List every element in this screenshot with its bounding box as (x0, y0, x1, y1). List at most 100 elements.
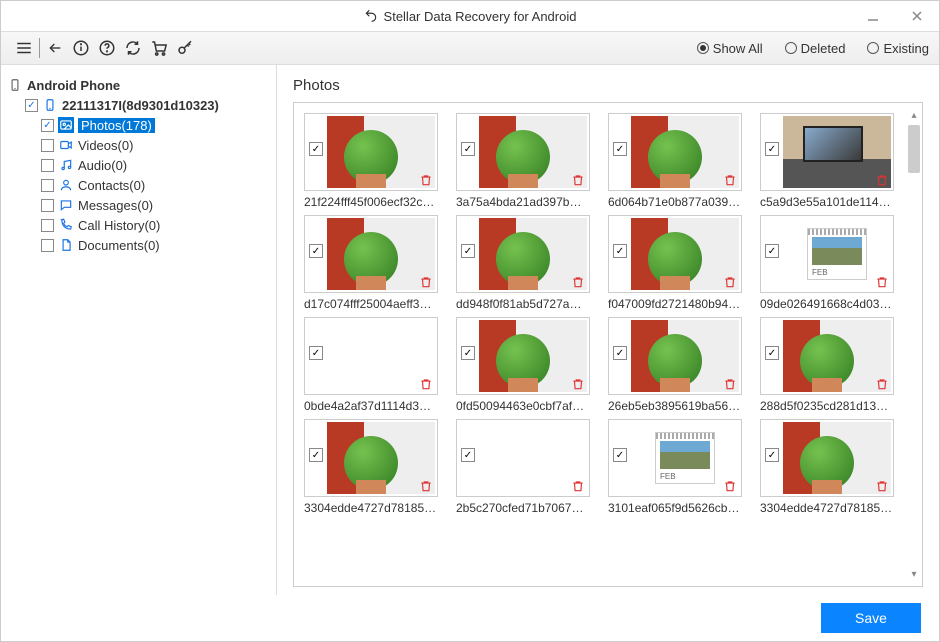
tree-device[interactable]: ✓ 22111317I(8d9301d10323) (7, 95, 270, 115)
back-icon[interactable] (42, 35, 68, 61)
photo-cell[interactable]: ✓dd948f0f81ab5d727a… (456, 215, 602, 311)
sidebar-item-callhist[interactable]: Call History(0) (7, 215, 270, 235)
photo-cell[interactable]: ✓288d5f0235cd281d13… (760, 317, 906, 413)
photo-cell[interactable]: ✓3a75a4bda21ad397b… (456, 113, 602, 209)
sidebar-item-docs[interactable]: Documents(0) (7, 235, 270, 255)
photo-select-checkbox[interactable]: ✓ (765, 244, 779, 258)
photo-select-checkbox[interactable]: ✓ (613, 142, 627, 156)
photo-thumbnail[interactable]: ✓ (304, 215, 438, 293)
photo-cell[interactable]: ✓2b5c270cfed71b7067… (456, 419, 602, 515)
photo-cell[interactable]: ✓c5a9d3e55a101de114… (760, 113, 906, 209)
photo-cell[interactable]: ✓ 3304edde4727d78185… (304, 419, 450, 515)
photo-thumbnail[interactable]: ✓ (304, 113, 438, 191)
filter-deleted[interactable]: Deleted (785, 41, 846, 56)
tree-root[interactable]: Android Phone (7, 75, 270, 95)
photo-thumbnail[interactable]: ✓ (456, 317, 590, 395)
sidebar-item-contacts[interactable]: Contacts(0) (7, 175, 270, 195)
photo-select-checkbox[interactable]: ✓ (765, 142, 779, 156)
photo-thumbnail[interactable]: ✓ (456, 215, 590, 293)
trash-icon (723, 479, 737, 493)
photo-select-checkbox[interactable]: ✓ (461, 142, 475, 156)
key-icon[interactable] (172, 35, 198, 61)
checkbox-icon[interactable] (41, 239, 54, 252)
photo-cell[interactable]: ✓ 3304edde4727d78185… (760, 419, 906, 515)
trash-icon (419, 479, 433, 493)
photo-thumbnail[interactable]: FEB✓ (608, 419, 742, 497)
photo-select-checkbox[interactable]: ✓ (461, 448, 475, 462)
photo-select-checkbox[interactable]: ✓ (309, 142, 323, 156)
photo-cell[interactable]: ✓26eb5eb3895619ba56… (608, 317, 754, 413)
checkbox-icon[interactable] (41, 199, 54, 212)
photo-select-checkbox[interactable]: ✓ (613, 346, 627, 360)
photo-cell[interactable]: ✓0bde4a2af37d1114d3… (304, 317, 450, 413)
help-icon[interactable] (94, 35, 120, 61)
photo-select-checkbox[interactable]: ✓ (309, 448, 323, 462)
sidebar-item-label: Contacts(0) (78, 178, 145, 193)
photo-select-checkbox[interactable]: ✓ (765, 346, 779, 360)
sidebar-item-videos[interactable]: Videos(0) (7, 135, 270, 155)
checkbox-icon[interactable]: ✓ (25, 99, 38, 112)
photo-thumbnail[interactable]: ✓ (304, 317, 438, 395)
photo-cell[interactable]: ✓21f224fff45f006ecf32c… (304, 113, 450, 209)
footer: Save (1, 595, 939, 641)
photo-cell[interactable]: ✓d17c074fff25004aeff3… (304, 215, 450, 311)
window-title: Stellar Data Recovery for Android (384, 9, 577, 24)
filter-radio-group: Show All Deleted Existing (697, 41, 929, 56)
photo-filename: 3304edde4727d78185… (304, 501, 444, 515)
photo-thumbnail[interactable]: ✓ (456, 113, 590, 191)
info-icon[interactable] (68, 35, 94, 61)
cart-icon[interactable] (146, 35, 172, 61)
photos-icon (58, 117, 74, 133)
trash-icon (571, 377, 585, 391)
refresh-icon[interactable] (120, 35, 146, 61)
window-minimize-button[interactable] (851, 1, 895, 31)
photo-select-checkbox[interactable]: ✓ (765, 448, 779, 462)
checkbox-icon[interactable] (41, 179, 54, 192)
sidebar-item-messages[interactable]: Messages(0) (7, 195, 270, 215)
photo-thumbnail[interactable]: ✓ (608, 317, 742, 395)
photo-thumbnail[interactable]: ✓ (456, 419, 590, 497)
checkbox-icon[interactable] (41, 219, 54, 232)
sidebar-item-label: Photos(178) (78, 118, 155, 133)
checkbox-icon[interactable] (41, 159, 54, 172)
photo-cell[interactable]: FEB✓09de026491668c4d03… (760, 215, 906, 311)
scroll-up-icon[interactable]: ▴ (908, 109, 920, 121)
photo-cell[interactable]: ✓0fd50094463e0cbf7af… (456, 317, 602, 413)
save-button[interactable]: Save (821, 603, 921, 633)
trash-icon (875, 275, 889, 289)
photo-select-checkbox[interactable]: ✓ (461, 346, 475, 360)
tree-root-label: Android Phone (27, 78, 120, 93)
sidebar-item-photos[interactable]: ✓ Photos(178) (7, 115, 270, 135)
photo-cell[interactable]: FEB✓3101eaf065f9d5626cb… (608, 419, 754, 515)
photo-thumbnail[interactable]: ✓ (760, 419, 894, 497)
photo-select-checkbox[interactable]: ✓ (461, 244, 475, 258)
photo-thumbnail[interactable]: FEB✓ (760, 215, 894, 293)
audio-icon (58, 157, 74, 173)
scroll-down-icon[interactable]: ▾ (908, 568, 920, 580)
window-close-button[interactable] (895, 1, 939, 31)
filter-existing[interactable]: Existing (867, 41, 929, 56)
photo-cell[interactable]: ✓6d064b71e0b877a039… (608, 113, 754, 209)
photo-cell[interactable]: ✓f047009fd2721480b94… (608, 215, 754, 311)
checkbox-icon[interactable] (41, 139, 54, 152)
photo-thumbnail[interactable]: ✓ (608, 215, 742, 293)
filter-show-all-label: Show All (713, 41, 763, 56)
scroll-thumb[interactable] (908, 125, 920, 173)
photo-filename: 3304edde4727d78185… (760, 501, 900, 515)
photo-thumbnail[interactable]: ✓ (608, 113, 742, 191)
sidebar-item-audio[interactable]: Audio(0) (7, 155, 270, 175)
photo-select-checkbox[interactable]: ✓ (309, 346, 323, 360)
photo-select-checkbox[interactable]: ✓ (309, 244, 323, 258)
photo-thumbnail[interactable]: ✓ (304, 419, 438, 497)
trash-icon (875, 173, 889, 187)
photo-thumbnail[interactable]: ✓ (760, 113, 894, 191)
filter-deleted-label: Deleted (801, 41, 846, 56)
menu-icon[interactable] (11, 35, 37, 61)
trash-icon (571, 479, 585, 493)
photo-thumbnail[interactable]: ✓ (760, 317, 894, 395)
filter-show-all[interactable]: Show All (697, 41, 763, 56)
photo-select-checkbox[interactable]: ✓ (613, 448, 627, 462)
checkbox-icon[interactable]: ✓ (41, 119, 54, 132)
photo-select-checkbox[interactable]: ✓ (613, 244, 627, 258)
vertical-scrollbar[interactable]: ▴ ▾ (908, 109, 920, 580)
